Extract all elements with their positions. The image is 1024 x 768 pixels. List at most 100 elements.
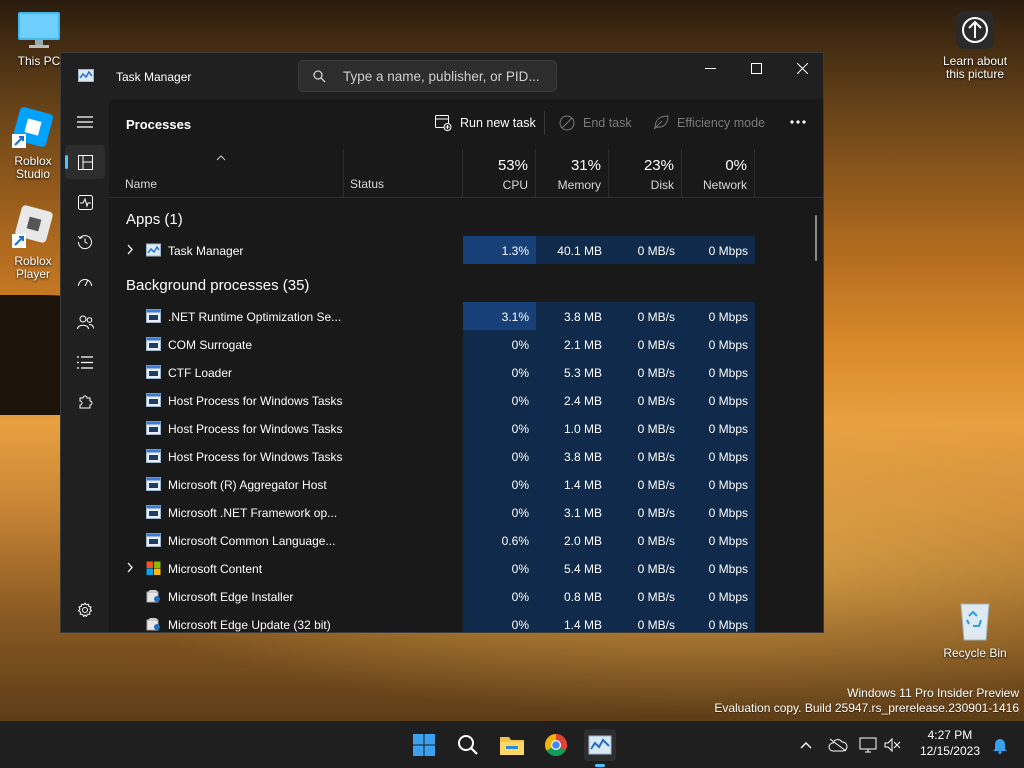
startup-gauge-icon <box>78 279 92 287</box>
desktop-icon-recycle-bin[interactable]: Recycle Bin <box>940 598 1010 660</box>
show-hidden-icons-button[interactable] <box>790 729 822 761</box>
nav-services[interactable] <box>65 385 105 419</box>
run-new-task-button[interactable]: Run new task <box>435 115 536 131</box>
search-box[interactable] <box>298 60 557 92</box>
onedrive-tray-button[interactable] <box>822 729 854 761</box>
service-window-icon <box>146 421 161 435</box>
process-row[interactable]: .NET Runtime Optimization Se... 3.1% 3.8 M… <box>109 302 823 330</box>
process-cpu-value: 0% <box>463 610 536 632</box>
maximize-icon <box>750 62 762 74</box>
installer-icon <box>146 590 160 603</box>
nav-details[interactable] <box>65 345 105 379</box>
process-row[interactable]: Microsoft Edge Installer 0% 0.8 MB 0 MB/s 0 … <box>109 582 823 610</box>
end-task-label: End task <box>583 116 632 130</box>
process-row[interactable]: Microsoft .NET Framework op... 0% 3.1 MB 0 … <box>109 498 823 526</box>
process-row[interactable]: COM Surrogate 0% 2.1 MB 0 MB/s 0 Mbps <box>109 330 823 358</box>
speaker-muted-icon <box>884 737 901 753</box>
nav-startup-apps[interactable] <box>65 265 105 299</box>
minimize-button[interactable] <box>687 53 733 83</box>
desktop-icon-learn-about-picture[interactable]: Learn about this picture <box>936 10 1014 81</box>
process-row[interactable]: Microsoft Content 0% 5.4 MB 0 MB/s 0 Mbps <box>109 554 823 582</box>
desktop-icon-roblox-player[interactable]: Roblox Player <box>0 204 66 281</box>
column-network[interactable]: 0% Network <box>682 149 755 197</box>
process-cpu-value: 3.1% <box>463 302 536 330</box>
microsoft-logo-icon <box>146 561 161 575</box>
process-name: Microsoft .NET Framework op... <box>168 506 338 520</box>
process-disk-value: 0 MB/s <box>609 386 682 414</box>
process-network-value: 0 Mbps <box>682 414 755 442</box>
roblox-player-icon <box>12 205 53 248</box>
roblox-studio-icon <box>12 107 53 148</box>
task-manager-taskbar-button[interactable] <box>584 729 616 767</box>
process-row[interactable]: Host Process for Windows Tasks 0% 3.8 MB 0 … <box>109 442 823 470</box>
process-disk-value: 0 MB/s <box>609 414 682 442</box>
nav-settings[interactable] <box>65 593 105 627</box>
process-memory-value: 2.0 MB <box>536 526 609 554</box>
process-name: COM Surrogate <box>168 338 253 352</box>
monitor-icon <box>18 12 60 48</box>
process-network-value: 0 Mbps <box>682 302 755 330</box>
process-network-value: 0 Mbps <box>682 330 755 358</box>
process-disk-value: 0 MB/s <box>609 358 682 386</box>
process-row[interactable]: Microsoft Edge Update (32 bit) 0% 1.4 MB 0 … <box>109 610 823 632</box>
process-row[interactable]: Host Process for Windows Tasks 0% 2.4 MB 0 … <box>109 386 823 414</box>
nav-users[interactable] <box>65 305 105 339</box>
taskbar-search-button[interactable] <box>452 729 484 761</box>
process-cpu-value: 0% <box>463 330 536 358</box>
search-input[interactable] <box>343 67 548 85</box>
gear-icon <box>78 602 92 617</box>
desktop-icon-label: Roblox Studio <box>14 154 52 181</box>
process-row[interactable]: Host Process for Windows Tasks 0% 1.0 MB 0 … <box>109 414 823 442</box>
hamburger-menu-button[interactable] <box>65 105 105 139</box>
page-title: Processes <box>126 117 192 132</box>
notifications-button[interactable] <box>984 729 1016 761</box>
clock-time: 4:27 PM <box>927 728 973 742</box>
process-memory-value: 1.4 MB <box>536 610 609 632</box>
run-new-task-icon <box>435 115 452 131</box>
chevron-up-icon <box>800 742 812 749</box>
folder-icon <box>500 737 524 755</box>
file-explorer-button[interactable] <box>496 729 528 761</box>
chrome-button[interactable] <box>540 729 572 761</box>
title-bar[interactable]: Task Manager <box>61 53 823 99</box>
network-total-percent: 0% <box>725 157 747 174</box>
task-manager-app-icon <box>78 69 94 82</box>
start-button[interactable] <box>408 729 440 761</box>
process-disk-value: 0 MB/s <box>609 470 682 498</box>
clock-date: 12/15/2023 <box>919 744 980 758</box>
chevron-right-icon[interactable] <box>126 244 134 255</box>
column-disk[interactable]: 23% Disk <box>609 149 682 197</box>
performance-icon <box>77 194 93 210</box>
process-row[interactable]: Microsoft Common Language... 0.6% 2.0 MB 0 … <box>109 526 823 554</box>
more-options-button[interactable] <box>789 113 815 131</box>
process-row[interactable]: CTF Loader 0% 5.3 MB 0 MB/s 0 Mbps <box>109 358 823 386</box>
column-cpu[interactable]: 53% CPU <box>463 149 536 197</box>
nav-app-history[interactable] <box>65 225 105 259</box>
column-memory[interactable]: 31% Memory <box>536 149 609 197</box>
efficiency-mode-label: Efficiency mode <box>677 115 766 130</box>
nav-processes[interactable] <box>65 145 105 179</box>
nav-performance[interactable] <box>65 185 105 219</box>
process-memory-value: 2.1 MB <box>536 330 609 358</box>
column-status[interactable]: Status <box>344 149 463 197</box>
window-title: Task Manager <box>116 70 192 84</box>
process-disk-value: 0 MB/s <box>609 236 682 264</box>
end-task-button[interactable]: End task <box>559 115 632 131</box>
vertical-scrollbar-thumb[interactable] <box>815 215 817 261</box>
maximize-button[interactable] <box>733 53 779 83</box>
system-clock[interactable]: 4:27 PM 12/15/2023 <box>920 727 980 759</box>
toolbar-divider <box>544 111 545 135</box>
process-row[interactable]: Task Manager 1.3% 40.1 MB 0 MB/s 0 Mbps <box>109 236 823 264</box>
process-row[interactable]: Microsoft (R) Aggregator Host 0% 1.4 MB 0 M… <box>109 470 823 498</box>
efficiency-mode-button[interactable]: Efficiency mode <box>653 115 765 130</box>
process-cpu-value: 0% <box>463 442 536 470</box>
process-disk-value: 0 MB/s <box>609 582 682 610</box>
service-window-icon <box>146 477 161 491</box>
chevron-right-icon[interactable] <box>126 562 134 573</box>
desktop-icon-roblox-studio[interactable]: Roblox Studio <box>0 104 66 181</box>
close-button[interactable] <box>779 53 823 83</box>
network-volume-tray-button[interactable] <box>854 729 906 761</box>
column-name[interactable]: Name <box>109 149 344 197</box>
process-name: Microsoft Edge Installer <box>168 590 294 604</box>
group-background-heading: Background processes (35) <box>126 277 310 294</box>
